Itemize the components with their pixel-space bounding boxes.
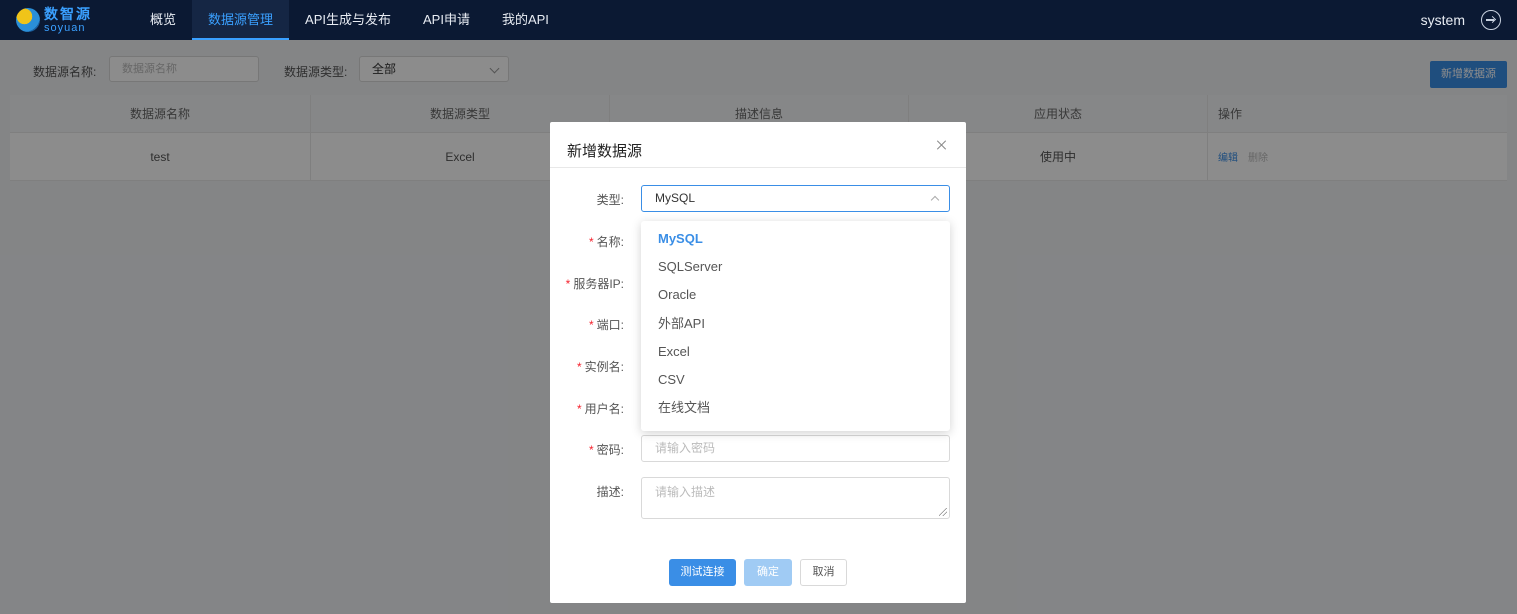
description-placeholder: 请输入描述 bbox=[655, 485, 716, 499]
close-icon[interactable] bbox=[936, 139, 948, 151]
modal-title: 新增数据源 bbox=[567, 143, 643, 160]
nav-item-api-generate-publish[interactable]: API生成与发布 bbox=[289, 0, 407, 40]
main-nav: 概览 数据源管理 API生成与发布 API申请 我的API bbox=[134, 0, 565, 40]
password-label: * 密码: bbox=[588, 443, 624, 457]
logo-mark-icon bbox=[16, 8, 40, 32]
port-label: * 端口: bbox=[588, 318, 624, 332]
type-select[interactable]: MySQL bbox=[641, 185, 950, 212]
dropdown-option-excel[interactable]: Excel bbox=[641, 338, 950, 366]
cancel-button[interactable]: 取消 bbox=[800, 559, 847, 586]
dropdown-option-online-doc[interactable]: 在线文档 bbox=[641, 394, 950, 422]
dropdown-option-csv[interactable]: CSV bbox=[641, 366, 950, 394]
nav-item-api-apply[interactable]: API申请 bbox=[407, 0, 486, 40]
required-mark: * bbox=[588, 318, 594, 332]
nav-item-my-api[interactable]: 我的API bbox=[486, 0, 565, 40]
type-select-value: MySQL bbox=[655, 191, 696, 205]
app-logo[interactable]: 数智源 soyuan bbox=[16, 5, 96, 35]
name-label: * 名称: bbox=[588, 235, 624, 249]
server-ip-label: * 服务器IP: bbox=[565, 277, 624, 291]
required-mark: * bbox=[576, 402, 582, 416]
dropdown-option-mysql[interactable]: MySQL bbox=[641, 225, 950, 253]
type-label: 类型: bbox=[596, 193, 624, 207]
modal-header: 新增数据源 bbox=[550, 122, 966, 168]
nav-item-overview[interactable]: 概览 bbox=[134, 0, 192, 40]
password-input[interactable]: 请输入密码 bbox=[641, 435, 950, 462]
top-nav-bar: 数智源 soyuan 概览 数据源管理 API生成与发布 API申请 我的API… bbox=[0, 0, 1517, 40]
required-mark: * bbox=[576, 360, 582, 374]
resize-handle-icon[interactable] bbox=[939, 508, 947, 516]
chevron-up-icon bbox=[930, 195, 940, 205]
required-mark: * bbox=[565, 277, 571, 291]
dropdown-option-external-api[interactable]: 外部API bbox=[641, 310, 950, 338]
instance-label: * 实例名: bbox=[576, 360, 624, 374]
dropdown-option-oracle[interactable]: Oracle bbox=[641, 281, 950, 309]
test-connection-button[interactable]: 测试连接 bbox=[669, 559, 736, 586]
required-mark: * bbox=[588, 235, 594, 249]
ok-button[interactable]: 确定 bbox=[744, 559, 792, 586]
required-mark: * bbox=[588, 443, 594, 457]
type-dropdown-menu: MySQL SQLServer Oracle 外部API Excel CSV 在… bbox=[641, 221, 950, 431]
nav-item-datasource-management[interactable]: 数据源管理 bbox=[192, 0, 290, 40]
user-area: system bbox=[1421, 0, 1501, 40]
user-name[interactable]: system bbox=[1421, 12, 1465, 28]
dropdown-option-sqlserver[interactable]: SQLServer bbox=[641, 253, 950, 281]
logo-en-text: soyuan bbox=[44, 21, 86, 34]
username-label: * 用户名: bbox=[576, 402, 624, 416]
add-datasource-modal: 新增数据源 类型: * 名称: * 服务器IP: * 端口: * 实例名: * 用户名: … bbox=[550, 122, 966, 603]
description-label: 描述: bbox=[596, 485, 624, 499]
description-textarea[interactable]: 请输入描述 bbox=[641, 477, 950, 519]
logout-icon[interactable] bbox=[1481, 10, 1501, 30]
logo-cn-text: 数智源 bbox=[44, 5, 92, 22]
